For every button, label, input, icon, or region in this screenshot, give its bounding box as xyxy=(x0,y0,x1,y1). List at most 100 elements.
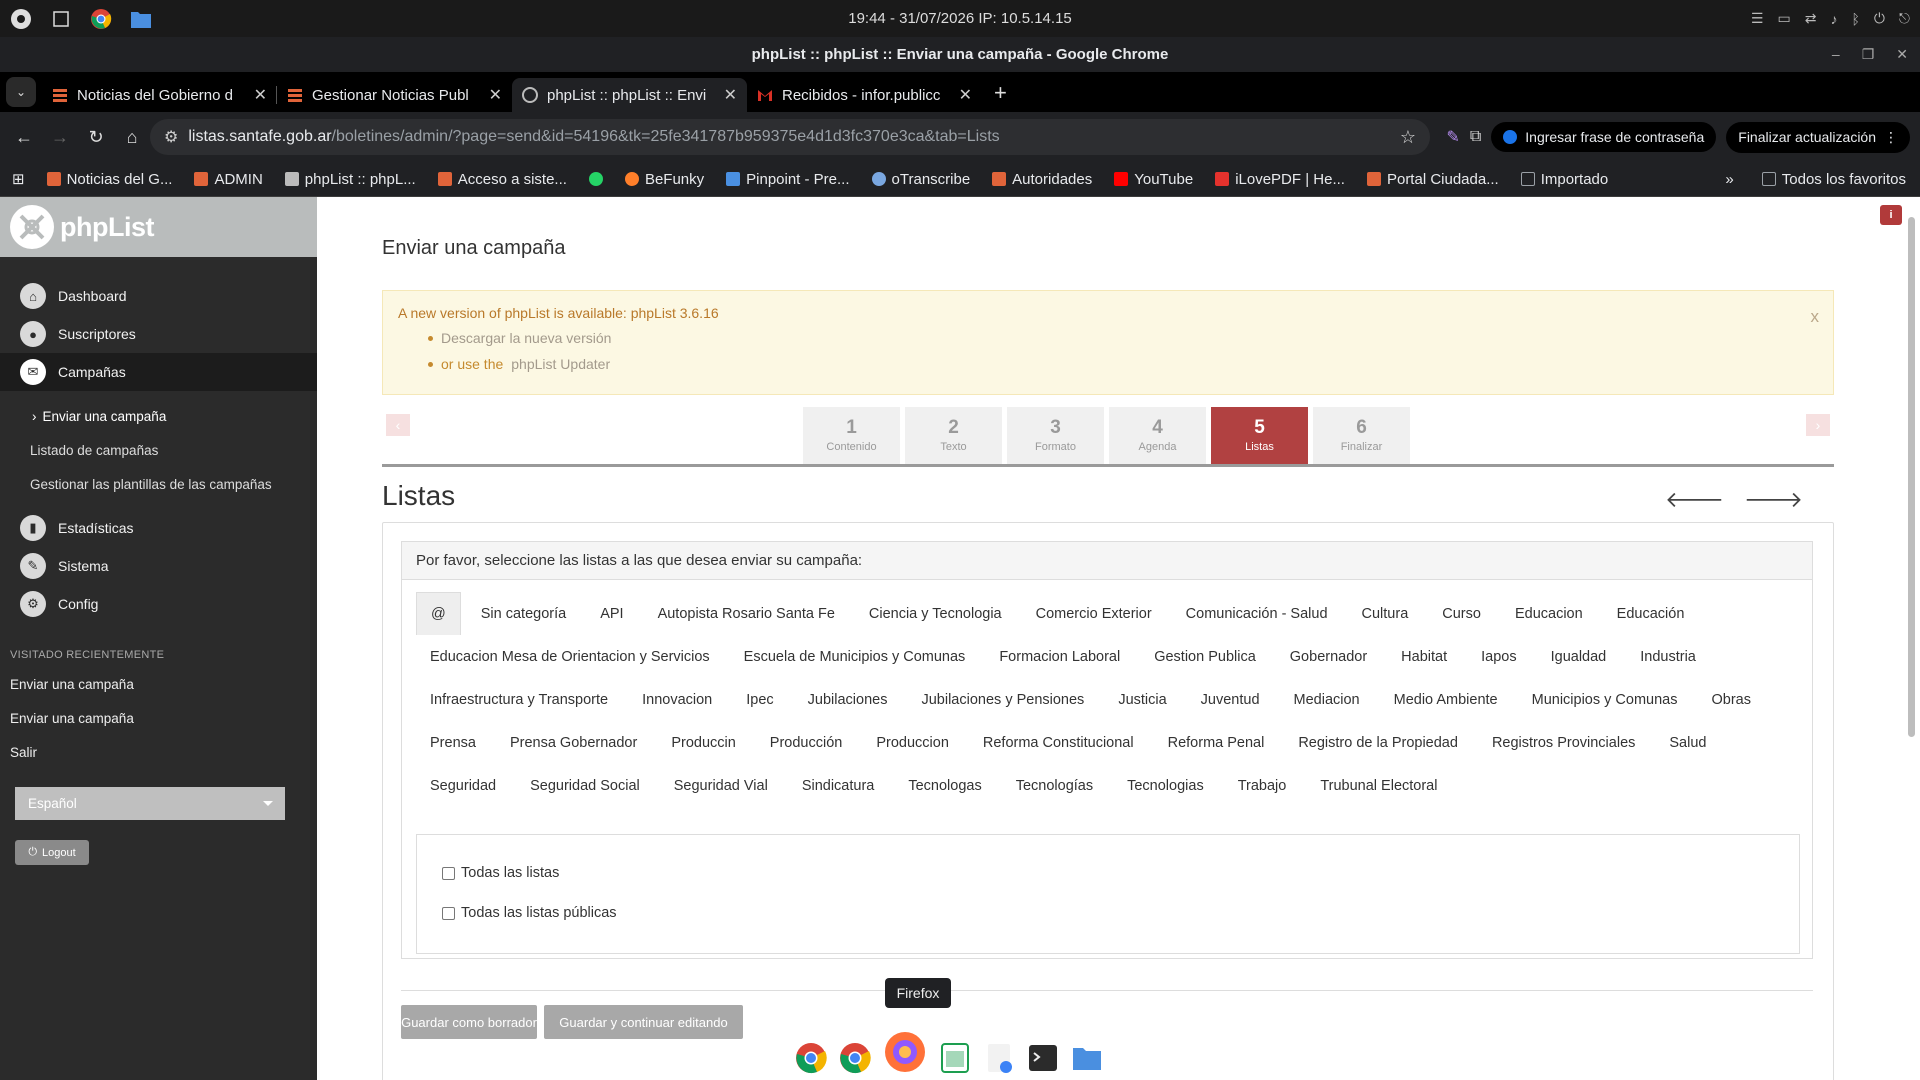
recent-link[interactable]: Enviar una campaña xyxy=(0,701,317,735)
list-tab[interactable]: Seguridad Vial xyxy=(660,764,782,807)
minimize-icon[interactable]: – xyxy=(1832,37,1840,72)
list-tab[interactable]: Producción xyxy=(756,721,857,764)
list-tab[interactable]: Trabajo xyxy=(1224,764,1301,807)
browser-tab[interactable]: Recibidos - infor.publicc ✕ xyxy=(747,78,982,112)
step-format[interactable]: 3 Formato xyxy=(1007,407,1104,464)
step-finish[interactable]: 6 Finalizar xyxy=(1313,407,1410,464)
sidebar-item-subscribers[interactable]: ● Suscriptores xyxy=(0,315,317,353)
list-tab[interactable]: Comercio Exterior xyxy=(1022,592,1166,635)
passphrase-button[interactable]: Ingresar frase de contraseña xyxy=(1491,122,1717,152)
close-alert-icon[interactable]: x xyxy=(1811,307,1820,327)
bluetooth-icon[interactable]: ᛒ xyxy=(1851,11,1859,27)
browser-tab[interactable]: Noticias del Gobierno d ✕ xyxy=(42,78,277,112)
list-tab[interactable]: Prensa xyxy=(416,721,490,764)
all-lists-checkbox[interactable]: Todas las listas xyxy=(442,853,1774,893)
list-tab[interactable]: API xyxy=(586,592,637,635)
folder-icon[interactable]: ▭ xyxy=(1777,10,1790,27)
network-icon[interactable]: ⇄ xyxy=(1805,10,1817,27)
list-tab[interactable]: Sindicatura xyxy=(788,764,889,807)
arrow-right-icon[interactable]: 🡒 xyxy=(1744,487,1803,513)
list-tab[interactable]: Educacion xyxy=(1501,592,1597,635)
bookmark-folder[interactable]: Importado xyxy=(1520,171,1608,188)
reload-icon[interactable]: ↻ xyxy=(78,127,114,148)
bookmark-star-icon[interactable]: ☆ xyxy=(1400,127,1416,148)
scrollbar-thumb[interactable] xyxy=(1908,217,1915,737)
volume-icon[interactable]: ♪ xyxy=(1830,11,1837,27)
download-link[interactable]: Descargar la nueva versión xyxy=(428,325,1818,351)
list-tab[interactable]: Jubilaciones xyxy=(794,678,902,721)
sidebar-item-system[interactable]: ✎ Sistema xyxy=(0,547,317,585)
all-bookmarks-folder[interactable]: Todos los favoritos xyxy=(1761,171,1906,188)
browser-tab-active[interactable]: phpList :: phpList :: Envi ✕ xyxy=(512,78,747,112)
list-tab[interactable]: Autopista Rosario Santa Fe xyxy=(644,592,849,635)
list-tab[interactable]: Tecnologas xyxy=(894,764,995,807)
list-tab[interactable]: Innovacion xyxy=(628,678,726,721)
list-tab[interactable]: Jubilaciones y Pensiones xyxy=(907,678,1098,721)
text-editor-dock-icon[interactable] xyxy=(983,1042,1015,1077)
submenu-campaign-templates[interactable]: Gestionar las plantillas de las campañas xyxy=(0,467,317,501)
home-icon[interactable]: ⌂ xyxy=(114,127,150,148)
bookmark-item[interactable]: Noticias del G... xyxy=(46,171,172,188)
list-tab[interactable]: Formacion Laboral xyxy=(985,635,1134,678)
list-tab[interactable]: Habitat xyxy=(1387,635,1461,678)
workspace-icon[interactable] xyxy=(50,8,72,30)
list-tab[interactable]: Reforma Constitucional xyxy=(969,721,1148,764)
save-continue-button[interactable]: Guardar y continuar editando xyxy=(544,1005,743,1039)
list-tab[interactable]: Curso xyxy=(1428,592,1495,635)
recent-link-logout[interactable]: Salir xyxy=(0,735,317,769)
list-tab[interactable]: Iapos xyxy=(1467,635,1530,678)
list-tab[interactable]: Sin categoría xyxy=(467,592,580,635)
list-tab[interactable]: Seguridad xyxy=(416,764,510,807)
language-select[interactable]: Español xyxy=(15,787,285,820)
page-scrollbar[interactable] xyxy=(1903,197,1920,1080)
list-tab[interactable]: Justicia xyxy=(1104,678,1180,721)
chrome-alt-dock-icon[interactable] xyxy=(839,1042,871,1077)
save-draft-button[interactable]: Guardar como borrador xyxy=(401,1005,537,1039)
tab-search-icon[interactable]: ⌄ xyxy=(6,77,36,107)
list-tab[interactable]: Seguridad Social xyxy=(516,764,654,807)
browser-tab[interactable]: Gestionar Noticias Publ ✕ xyxy=(277,78,512,112)
checkbox[interactable] xyxy=(442,866,455,880)
step-schedule[interactable]: 4 Agenda xyxy=(1109,407,1206,464)
list-tab-at[interactable]: @ xyxy=(416,592,461,635)
list-tab[interactable]: Medio Ambiente xyxy=(1380,678,1512,721)
bookmark-item[interactable]: Autoridades xyxy=(992,171,1092,188)
files-taskbar-icon[interactable] xyxy=(130,8,152,30)
phplist-logo[interactable]: phpList xyxy=(0,197,317,257)
list-tab[interactable]: Prensa Gobernador xyxy=(496,721,651,764)
forward-icon[interactable]: → xyxy=(42,127,78,148)
restore-icon[interactable]: ❐ xyxy=(1862,37,1875,72)
terminal-dock-icon[interactable] xyxy=(1027,1042,1059,1077)
list-tab[interactable]: Registros Provinciales xyxy=(1478,721,1649,764)
spreadsheet-dock-icon[interactable] xyxy=(939,1042,971,1077)
close-window-icon[interactable]: ✕ xyxy=(1896,37,1908,72)
list-tab[interactable]: Escuela de Municipios y Comunas xyxy=(730,635,980,678)
checkbox[interactable] xyxy=(442,906,455,920)
apps-grid-icon[interactable]: ⊞ xyxy=(12,170,25,188)
whatsapp-bookmark-icon[interactable] xyxy=(588,172,603,186)
recent-link[interactable]: Enviar una campaña xyxy=(0,667,317,701)
list-tab[interactable]: Infraestructura y Transporte xyxy=(416,678,622,721)
list-tab[interactable]: Industria xyxy=(1626,635,1710,678)
menu-icon[interactable]: ☰ xyxy=(1751,10,1764,27)
list-tab[interactable]: Educacion Mesa de Orientacion y Servicio… xyxy=(416,635,724,678)
list-tab[interactable]: Cultura xyxy=(1348,592,1423,635)
files-dock-icon[interactable] xyxy=(1071,1042,1103,1077)
list-tab[interactable]: Gestion Publica xyxy=(1140,635,1270,678)
bookmark-item[interactable]: ADMIN xyxy=(194,171,263,188)
list-tab[interactable]: Reforma Penal xyxy=(1154,721,1279,764)
firefox-dock-icon[interactable] xyxy=(883,1030,927,1077)
list-tab[interactable]: Produccion xyxy=(862,721,963,764)
close-tab-icon[interactable]: ✕ xyxy=(254,85,267,105)
close-tab-icon[interactable]: ✕ xyxy=(724,85,737,105)
bookmark-item[interactable]: phpList :: phpL... xyxy=(284,171,416,188)
list-tab[interactable]: Ipec xyxy=(732,678,787,721)
finish-update-button[interactable]: Finalizar actualización ⋮ xyxy=(1726,121,1910,153)
list-tab[interactable]: Trubunal Electoral xyxy=(1306,764,1451,807)
close-tab-icon[interactable]: ✕ xyxy=(489,85,502,105)
arrow-left-icon[interactable]: 🡐 xyxy=(1665,487,1724,513)
list-tab[interactable]: Educación xyxy=(1603,592,1699,635)
list-tab[interactable]: Produccin xyxy=(657,721,749,764)
sidebar-item-campaigns[interactable]: ✉ Campañas xyxy=(0,353,317,391)
sidebar-item-dashboard[interactable]: ⌂ Dashboard xyxy=(0,277,317,315)
